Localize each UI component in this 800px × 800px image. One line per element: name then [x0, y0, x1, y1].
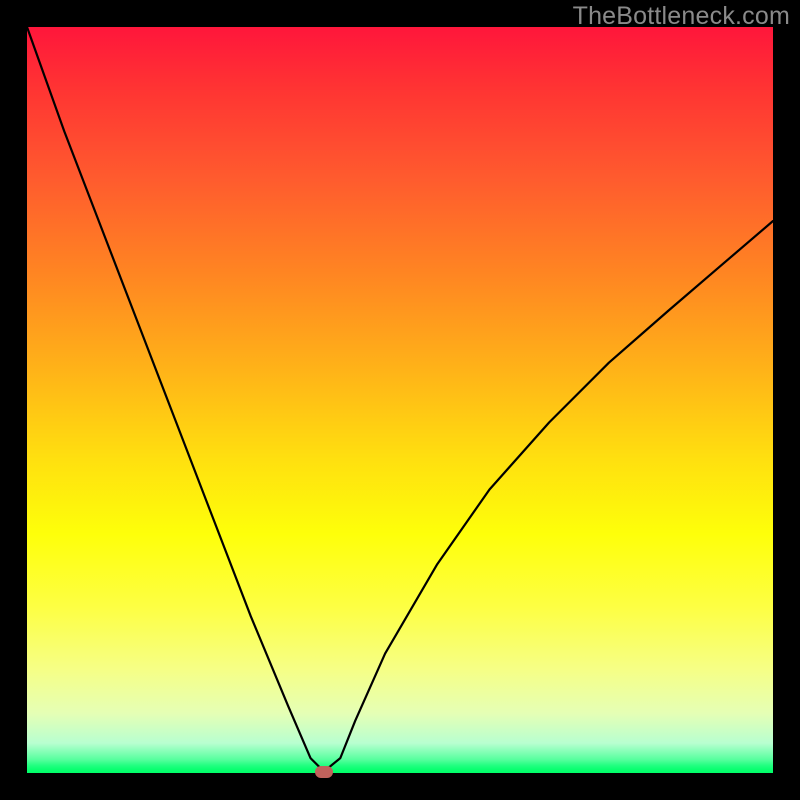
watermark-text: TheBottleneck.com — [573, 2, 790, 31]
plot-area — [27, 27, 773, 773]
chart-frame: TheBottleneck.com — [0, 0, 800, 800]
bottleneck-curve — [27, 27, 773, 773]
optimum-marker — [315, 766, 333, 778]
